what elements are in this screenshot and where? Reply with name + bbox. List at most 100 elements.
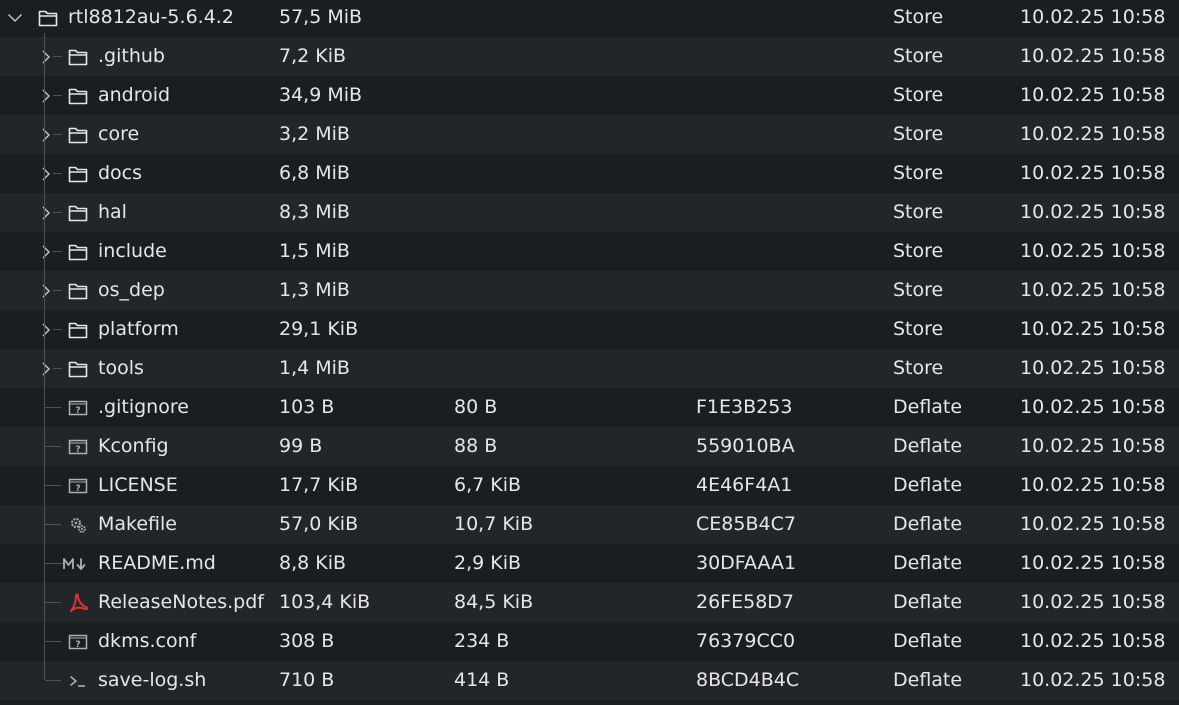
- entry-size: 7,2 KiB: [279, 45, 347, 67]
- entry-name: .github: [98, 45, 165, 67]
- entry-modified: 10.02.25 10:58: [1020, 6, 1166, 28]
- tree-row-folder[interactable]: platform 29,1 KiB Store 10.02.25 10:58: [0, 310, 1179, 349]
- entry-method: Store: [893, 318, 944, 340]
- folder-icon: [66, 193, 90, 232]
- folder-icon: [66, 154, 90, 193]
- entry-size: 34,9 MiB: [279, 84, 363, 106]
- entry-name: os_dep: [98, 279, 165, 301]
- entry-method: Deflate: [893, 669, 963, 691]
- folder-icon: [66, 349, 90, 388]
- entry-method: Store: [893, 357, 944, 379]
- entry-size: 99 B: [279, 435, 323, 457]
- entry-packed-size: 414 B: [454, 669, 510, 691]
- entry-modified: 10.02.25 10:58: [1020, 552, 1166, 574]
- entry-method: Store: [893, 240, 944, 262]
- entry-size: 1,3 MiB: [279, 279, 350, 301]
- tree-branch-line: [45, 485, 61, 486]
- tree-row-folder[interactable]: docs 6,8 MiB Store 10.02.25 10:58: [0, 154, 1179, 193]
- tree-branch-line: [45, 446, 61, 447]
- entry-crc: F1E3B253: [696, 396, 793, 418]
- unknown-file-icon: ?: [66, 427, 90, 466]
- tree-branch-line: [45, 563, 63, 564]
- tree-row-folder[interactable]: hal 8,3 MiB Store 10.02.25 10:58: [0, 193, 1179, 232]
- chevron-right-icon[interactable]: [38, 76, 54, 115]
- entry-name: include: [98, 240, 167, 262]
- chevron-right-icon[interactable]: [38, 115, 54, 154]
- chevron-right-icon[interactable]: [38, 37, 54, 76]
- tree-row-file[interactable]: save-log.sh 710 B 414 B 8BCD4B4C Deflate 10.0…: [0, 661, 1179, 700]
- folder-icon: [66, 271, 90, 310]
- folder-icon: [66, 232, 90, 271]
- entry-modified: 10.02.25 10:58: [1020, 435, 1166, 457]
- entry-size: 8,3 MiB: [279, 201, 350, 223]
- tree-branch-line: [53, 212, 62, 213]
- entry-name: LICENSE: [98, 474, 178, 496]
- entry-name: Makefile: [98, 513, 177, 535]
- entry-name: save-log.sh: [98, 669, 207, 691]
- gears-icon: [66, 505, 90, 544]
- entry-size: 1,5 MiB: [279, 240, 350, 262]
- tree-row-file[interactable]: ? .gitignore 103 B 80 B F1E3B253 Deflate 10.02…: [0, 388, 1179, 427]
- entry-packed-size: 2,9 KiB: [454, 552, 522, 574]
- tree-row-folder[interactable]: os_dep 1,3 MiB Store 10.02.25 10:58: [0, 271, 1179, 310]
- tree-row-file[interactable]: ? LICENSE 17,7 KiB 6,7 KiB 4E46F4A1 Deflate 10…: [0, 466, 1179, 505]
- tree-row-file[interactable]: README.md 8,8 KiB 2,9 KiB 30DFAAA1 Deflate 10…: [0, 544, 1179, 583]
- tree-row-root-folder[interactable]: rtl8812au-5.6.4.2 57,5 MiB Store 10.02.25 1…: [0, 0, 1179, 37]
- unknown-file-icon: ?: [66, 388, 90, 427]
- entry-size: 1,4 MiB: [279, 357, 350, 379]
- entry-packed-size: 80 B: [454, 396, 498, 418]
- entry-method: Store: [893, 201, 944, 223]
- entry-size: 17,7 KiB: [279, 474, 359, 496]
- tree-row-folder[interactable]: android 34,9 MiB Store 10.02.25 10:58: [0, 76, 1179, 115]
- tree-branch-line: [45, 524, 61, 525]
- entry-modified: 10.02.25 10:58: [1020, 279, 1166, 301]
- unknown-file-icon: ?: [66, 466, 90, 505]
- entry-size: 57,5 MiB: [279, 6, 363, 28]
- entry-method: Deflate: [893, 435, 963, 457]
- entry-modified: 10.02.25 10:58: [1020, 240, 1166, 262]
- archive-file-tree: rtl8812au-5.6.4.2 57,5 MiB Store 10.02.25 1…: [0, 0, 1179, 705]
- tree-row-file[interactable]: Makefile 57,0 KiB 10,7 KiB CE85B4C7 Deflate 1…: [0, 505, 1179, 544]
- entry-modified: 10.02.25 10:58: [1020, 357, 1166, 379]
- tree-row-folder[interactable]: include 1,5 MiB Store 10.02.25 10:58: [0, 232, 1179, 271]
- entry-method: Deflate: [893, 552, 963, 574]
- chevron-down-icon[interactable]: [6, 0, 24, 37]
- entry-packed-size: 6,7 KiB: [454, 474, 522, 496]
- unknown-file-icon: ?: [66, 622, 90, 661]
- chevron-right-icon[interactable]: [38, 310, 54, 349]
- chevron-right-icon[interactable]: [38, 193, 54, 232]
- tree-branch-line: [53, 251, 62, 252]
- chevron-right-icon[interactable]: [38, 349, 54, 388]
- chevron-right-icon[interactable]: [38, 271, 54, 310]
- tree-row-folder[interactable]: .github 7,2 KiB Store 10.02.25 10:58: [0, 37, 1179, 76]
- entry-method: Store: [893, 162, 944, 184]
- entry-size: 3,2 MiB: [279, 123, 350, 145]
- entry-name: README.md: [98, 552, 216, 574]
- pdf-icon: [66, 583, 90, 622]
- entry-name: platform: [98, 318, 179, 340]
- chevron-right-icon[interactable]: [38, 154, 54, 193]
- tree-row-file[interactable]: ? Kconfig 99 B 88 B 559010BA Deflate 10.02.25 …: [0, 427, 1179, 466]
- tree-row-file[interactable]: ? dkms.conf 308 B 234 B 76379CC0 Deflate 10.02…: [0, 622, 1179, 661]
- folder-icon: [66, 37, 90, 76]
- entry-modified: 10.02.25 10:58: [1020, 84, 1166, 106]
- entry-method: Store: [893, 123, 944, 145]
- folder-icon: [36, 0, 60, 37]
- tree-row-folder[interactable]: core 3,2 MiB Store 10.02.25 10:58: [0, 115, 1179, 154]
- entry-size: 308 B: [279, 630, 335, 652]
- tree-branch-line: [53, 368, 62, 369]
- tree-branch-line: [45, 407, 61, 408]
- entry-size: 6,8 MiB: [279, 162, 350, 184]
- entry-modified: 10.02.25 10:58: [1020, 201, 1166, 223]
- entry-packed-size: 234 B: [454, 630, 510, 652]
- entry-method: Deflate: [893, 630, 963, 652]
- entry-method: Deflate: [893, 513, 963, 535]
- entry-method: Store: [893, 45, 944, 67]
- chevron-right-icon[interactable]: [38, 232, 54, 271]
- tree-row-folder[interactable]: tools 1,4 MiB Store 10.02.25 10:58: [0, 349, 1179, 388]
- entry-name: Kconfig: [98, 435, 169, 457]
- entry-name: hal: [98, 201, 127, 223]
- tree-row-file[interactable]: ReleaseNotes.pdf 103,4 KiB 84,5 KiB 26FE58D…: [0, 583, 1179, 622]
- entry-method: Deflate: [893, 591, 963, 613]
- entry-name: .gitignore: [98, 396, 189, 418]
